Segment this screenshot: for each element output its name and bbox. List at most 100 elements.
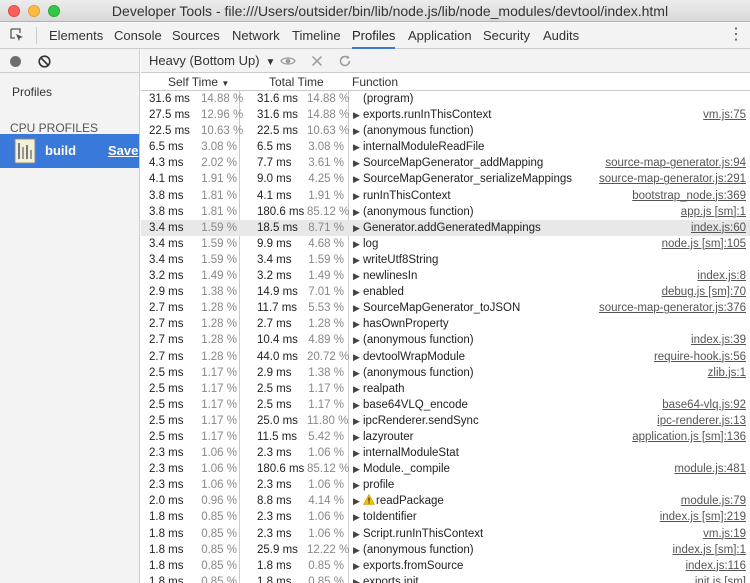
- expand-arrow-icon[interactable]: ▶: [353, 300, 363, 316]
- table-row[interactable]: 3.8 ms 1.81 % 4.1 ms 1.91 % ▶ runInThisContex…: [141, 188, 750, 204]
- table-row[interactable]: 1.8 ms 0.85 % 1.8 ms 0.85 % ▶ exports.init ini…: [141, 574, 750, 583]
- table-row[interactable]: 31.6 ms 14.88 % 31.6 ms 14.88 % (program): [141, 91, 750, 107]
- table-row[interactable]: 22.5 ms 10.63 % 22.5 ms 10.63 % ▶ (anonymous …: [141, 123, 750, 139]
- expand-arrow-icon[interactable]: ▶: [353, 461, 363, 477]
- expand-arrow-icon[interactable]: ▶: [353, 445, 363, 461]
- expand-arrow-icon[interactable]: ▶: [353, 381, 363, 397]
- source-link[interactable]: module.js:481: [674, 461, 746, 477]
- tab-timeline[interactable]: Timeline: [292, 22, 341, 49]
- source-link[interactable]: source-map-generator.js:291: [599, 171, 746, 187]
- record-icon[interactable]: [10, 56, 21, 67]
- expand-arrow-icon[interactable]: ▶: [353, 139, 363, 155]
- source-link[interactable]: app.js [sm]:1: [681, 204, 746, 220]
- restore-icon[interactable]: [337, 53, 353, 69]
- clear-icon[interactable]: [38, 55, 51, 68]
- source-link[interactable]: require-hook.js:56: [654, 349, 746, 365]
- expand-arrow-icon[interactable]: ▶: [353, 107, 363, 123]
- table-row[interactable]: 1.8 ms 0.85 % 1.8 ms 0.85 % ▶ exports.fromSou…: [141, 558, 750, 574]
- inspect-element-icon[interactable]: [9, 27, 25, 43]
- eye-icon[interactable]: [280, 53, 296, 69]
- save-profile-link[interactable]: Save: [108, 143, 138, 158]
- expand-arrow-icon[interactable]: ▶: [353, 268, 363, 284]
- view-mode-select[interactable]: Heavy (Bottom Up) ▼: [149, 53, 275, 68]
- table-row[interactable]: 2.5 ms 1.17 % 2.9 ms 1.38 % ▶ (anonymous func…: [141, 365, 750, 381]
- source-link[interactable]: index.js:60: [691, 220, 746, 236]
- source-link[interactable]: vm.js:75: [703, 107, 746, 123]
- tab-audits[interactable]: Audits: [543, 22, 579, 49]
- expand-arrow-icon[interactable]: ▶: [353, 349, 363, 365]
- function-header[interactable]: Function: [352, 75, 398, 89]
- table-row[interactable]: 2.5 ms 1.17 % 25.0 ms 11.80 % ▶ ipcRenderer.s…: [141, 413, 750, 429]
- expand-arrow-icon[interactable]: ▶: [353, 236, 363, 252]
- more-options-icon[interactable]: ⋮: [728, 25, 744, 45]
- expand-arrow-icon[interactable]: ▶: [353, 509, 363, 525]
- expand-arrow-icon[interactable]: ▶: [353, 477, 363, 493]
- expand-arrow-icon[interactable]: ▶: [353, 123, 363, 139]
- table-row[interactable]: 4.3 ms 2.02 % 7.7 ms 3.61 % ▶ SourceMapGenera…: [141, 155, 750, 171]
- table-row[interactable]: 1.8 ms 0.85 % 25.9 ms 12.22 % ▶ (anonymous fu…: [141, 542, 750, 558]
- table-row[interactable]: 3.4 ms 1.59 % 9.9 ms 4.68 % ▶ log node.js [sm]…: [141, 236, 750, 252]
- source-link[interactable]: source-map-generator.js:94: [605, 155, 746, 171]
- source-link[interactable]: index.js [sm]:1: [673, 542, 747, 558]
- table-row[interactable]: 2.3 ms 1.06 % 180.6 ms 85.12 % ▶ Module._comp…: [141, 461, 750, 477]
- source-link[interactable]: vm.js:19: [703, 526, 746, 542]
- table-row[interactable]: 2.9 ms 1.38 % 14.9 ms 7.01 % ▶ enabled debug.j…: [141, 284, 750, 300]
- table-row[interactable]: 2.7 ms 1.28 % 11.7 ms 5.53 % ▶ SourceMapGener…: [141, 300, 750, 316]
- table-row[interactable]: 2.5 ms 1.17 % 11.5 ms 5.42 % ▶ lazyrouter appl…: [141, 429, 750, 445]
- expand-arrow-icon[interactable]: ▶: [353, 526, 363, 542]
- table-row[interactable]: 3.4 ms 1.59 % 3.4 ms 1.59 % ▶ writeUtf8String: [141, 252, 750, 268]
- table-row[interactable]: 2.5 ms 1.17 % 2.5 ms 1.17 % ▶ base64VLQ_encod…: [141, 397, 750, 413]
- tab-profiles[interactable]: Profiles: [352, 22, 396, 49]
- source-link[interactable]: bootstrap_node.js:369: [632, 188, 746, 204]
- expand-arrow-icon[interactable]: ▶: [353, 413, 363, 429]
- table-row[interactable]: 2.5 ms 1.17 % 2.5 ms 1.17 % ▶ realpath: [141, 381, 750, 397]
- expand-arrow-icon[interactable]: ▶: [353, 574, 363, 583]
- self-time-header[interactable]: Self Time ▼: [168, 75, 229, 89]
- tab-console[interactable]: Console: [114, 22, 162, 49]
- source-link[interactable]: init.js [sm]: [695, 574, 746, 583]
- expand-arrow-icon[interactable]: ▶: [353, 220, 363, 236]
- source-link[interactable]: debug.js [sm]:70: [662, 284, 746, 300]
- table-row[interactable]: 1.8 ms 0.85 % 2.3 ms 1.06 % ▶ Script.runInThi…: [141, 526, 750, 542]
- source-link[interactable]: index.js:8: [697, 268, 746, 284]
- expand-arrow-icon[interactable]: ▶: [353, 252, 363, 268]
- tab-elements[interactable]: Elements: [49, 22, 103, 49]
- source-link[interactable]: node.js [sm]:105: [662, 236, 746, 252]
- table-row[interactable]: 27.5 ms 12.96 % 31.6 ms 14.88 % ▶ exports.run…: [141, 107, 750, 123]
- table-row[interactable]: 3.2 ms 1.49 % 3.2 ms 1.49 % ▶ newlinesIn index…: [141, 268, 750, 284]
- expand-arrow-icon[interactable]: ▶: [353, 171, 363, 187]
- table-row[interactable]: 2.3 ms 1.06 % 2.3 ms 1.06 % ▶ internalModuleS…: [141, 445, 750, 461]
- table-row[interactable]: 4.1 ms 1.91 % 9.0 ms 4.25 % ▶ SourceMapGenera…: [141, 171, 750, 187]
- profile-item-build[interactable]: build Save: [0, 134, 139, 168]
- tab-security[interactable]: Security: [483, 22, 530, 49]
- expand-arrow-icon[interactable]: ▶: [353, 558, 363, 574]
- source-link[interactable]: zlib.js:1: [708, 365, 746, 381]
- source-link[interactable]: base64-vlq.js:92: [662, 397, 746, 413]
- expand-arrow-icon[interactable]: ▶: [353, 429, 363, 445]
- table-row[interactable]: 2.7 ms 1.28 % 2.7 ms 1.28 % ▶ hasOwnProperty: [141, 316, 750, 332]
- source-link[interactable]: index.js:39: [691, 332, 746, 348]
- table-row[interactable]: 1.8 ms 0.85 % 2.3 ms 1.06 % ▶ toIdentifier ind…: [141, 509, 750, 525]
- table-row[interactable]: 6.5 ms 3.08 % 6.5 ms 3.08 % ▶ internalModuleR…: [141, 139, 750, 155]
- expand-arrow-icon[interactable]: ▶: [353, 365, 363, 381]
- expand-arrow-icon[interactable]: ▶: [353, 155, 363, 171]
- table-row[interactable]: 3.8 ms 1.81 % 180.6 ms 85.12 % ▶ (anonymous f…: [141, 204, 750, 220]
- tab-application[interactable]: Application: [408, 22, 472, 49]
- source-link[interactable]: index.js [sm]:219: [660, 509, 746, 525]
- expand-arrow-icon[interactable]: ▶: [353, 188, 363, 204]
- table-row[interactable]: 2.7 ms 1.28 % 44.0 ms 20.72 % ▶ devtoolWrapMo…: [141, 349, 750, 365]
- expand-arrow-icon[interactable]: ▶: [353, 284, 363, 300]
- source-link[interactable]: ipc-renderer.js:13: [657, 413, 746, 429]
- source-link[interactable]: module.js:79: [681, 493, 746, 509]
- expand-arrow-icon[interactable]: ▶: [353, 397, 363, 413]
- expand-arrow-icon[interactable]: ▶: [353, 542, 363, 558]
- tab-sources[interactable]: Sources: [172, 22, 220, 49]
- source-link[interactable]: source-map-generator.js:376: [599, 300, 746, 316]
- table-row[interactable]: 2.3 ms 1.06 % 2.3 ms 1.06 % ▶ profile: [141, 477, 750, 493]
- expand-arrow-icon[interactable]: ▶: [353, 316, 363, 332]
- tab-network[interactable]: Network: [232, 22, 280, 49]
- table-row[interactable]: 2.7 ms 1.28 % 10.4 ms 4.89 % ▶ (anonymous fun…: [141, 332, 750, 348]
- exclude-icon[interactable]: [309, 53, 325, 69]
- expand-arrow-icon[interactable]: ▶: [353, 204, 363, 220]
- source-link[interactable]: index.js:116: [685, 558, 746, 574]
